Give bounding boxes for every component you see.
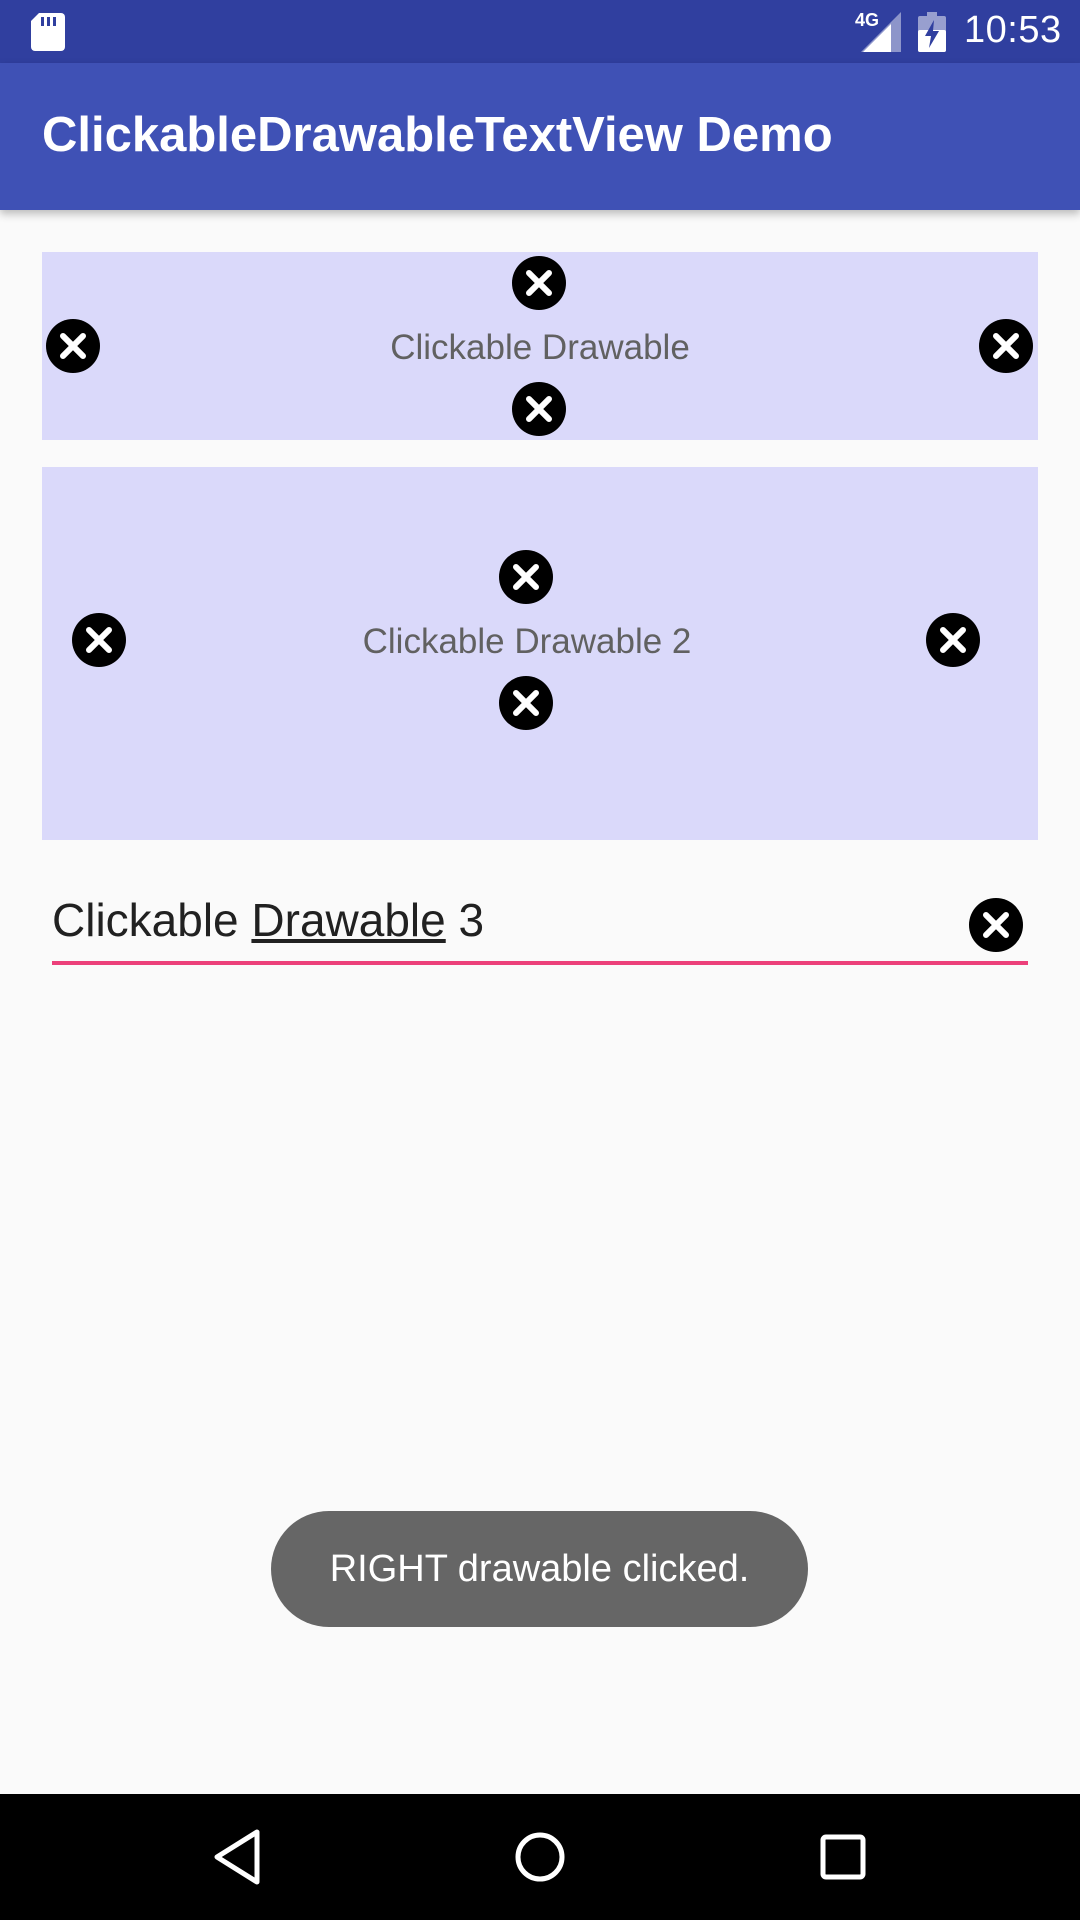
screen: 4G 10:53 ClickableDrawableTextView Demo …: [0, 0, 1080, 1920]
battery-charging-icon: [918, 12, 946, 52]
clock: 10:53: [964, 9, 1062, 51]
clickable-drawable-label-1: Clickable Drawable: [390, 328, 690, 367]
top-close-icon[interactable]: [499, 550, 553, 604]
signal-icon: [857, 12, 901, 52]
right-close-icon[interactable]: [926, 613, 980, 667]
right-close-icon[interactable]: [969, 898, 1023, 952]
edit-text-part-1: Clickable: [52, 894, 252, 946]
app-title: ClickableDrawableTextView Demo: [42, 108, 833, 162]
clickable-drawable-view-1[interactable]: Clickable Drawable: [42, 252, 1038, 440]
left-close-icon[interactable]: [46, 319, 100, 373]
back-icon[interactable]: [203, 1822, 273, 1892]
edit-text-part-2: 3: [445, 894, 485, 946]
sd-card-icon: [31, 13, 65, 51]
bottom-close-icon[interactable]: [512, 382, 566, 436]
clickable-drawable-label-2: Clickable Drawable 2: [362, 622, 692, 661]
bottom-close-icon[interactable]: [499, 676, 553, 730]
edit-text-underlined-word: Drawable: [251, 894, 446, 946]
right-close-icon[interactable]: [979, 319, 1033, 373]
status-bar: 4G 10:53: [0, 0, 1080, 63]
recents-icon[interactable]: [808, 1822, 878, 1892]
clickable-drawable-view-2[interactable]: Clickable Drawable 2: [42, 467, 1038, 840]
clickable-drawable-edit-field[interactable]: Clickable Drawable 3: [52, 885, 1028, 965]
top-close-icon[interactable]: [512, 256, 566, 310]
home-icon[interactable]: [505, 1822, 575, 1892]
left-close-icon[interactable]: [72, 613, 126, 667]
navigation-bar: [0, 1794, 1080, 1920]
toast: RIGHT drawable clicked.: [271, 1511, 808, 1627]
app-bar: ClickableDrawableTextView Demo: [0, 63, 1080, 210]
edit-field-text[interactable]: Clickable Drawable 3: [52, 893, 484, 947]
edit-field-underline: [52, 961, 1028, 965]
